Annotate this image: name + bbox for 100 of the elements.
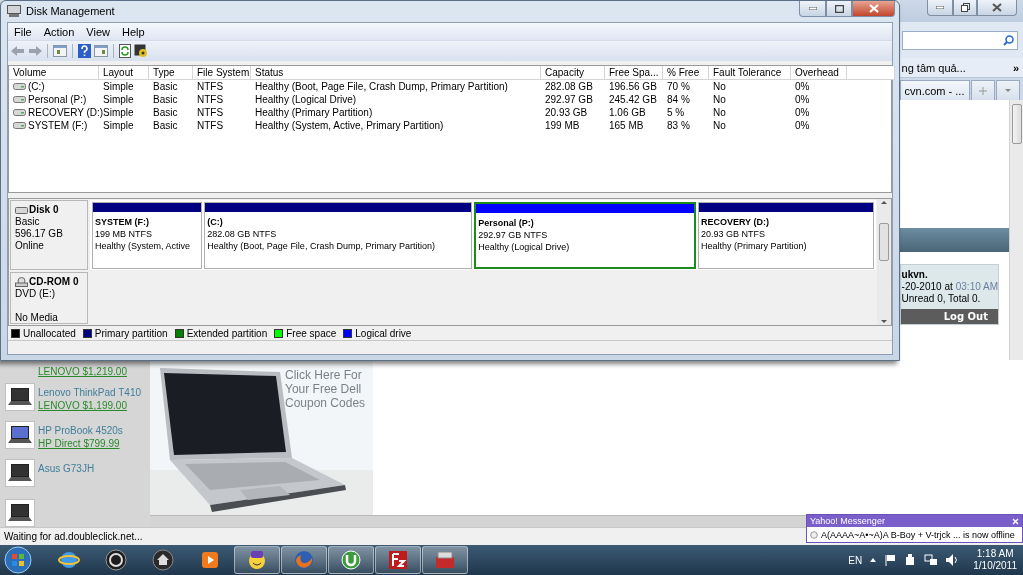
volume-icon (946, 554, 960, 566)
search-icon (1003, 34, 1014, 46)
restore-button[interactable] (953, 0, 977, 16)
forward-arrow-icon (28, 45, 42, 57)
flag-icon (884, 554, 897, 566)
notification-title: Yahoo! Messenger (810, 516, 885, 526)
laptop-icon (7, 387, 33, 408)
column-header[interactable]: Fault Tolerance (709, 66, 791, 80)
tab-title: cvn.com - ... (904, 84, 965, 97)
power-icon (904, 554, 917, 566)
language-indicator[interactable]: EN (848, 554, 863, 566)
table-cell: Simple (103, 94, 134, 105)
refresh-icon (119, 44, 131, 58)
laptop-icon (7, 463, 33, 484)
partition-status: Healthy (Primary Partition) (700, 240, 808, 252)
product-name: Lenovo ThinkPad T410 (38, 387, 142, 399)
menu-item[interactable]: File (8, 25, 38, 38)
menu-item[interactable]: Help (115, 25, 151, 38)
disk-label[interactable]: Disk 0 Basic 596.17 GB Online (10, 200, 88, 270)
disk-info: 596.17 GB (15, 228, 64, 240)
column-header[interactable]: Status (251, 66, 541, 80)
table-cell: Healthy (Primary Partition) (255, 107, 373, 118)
notification-message: A(AAAA~A•~A)A B-Boy + V-trjck ... is now offline (821, 529, 1015, 540)
table-cell: 0% (795, 107, 810, 118)
taskbar-app-button[interactable] (422, 546, 468, 574)
clock[interactable]: 1:18 AM 1/10/2011 (973, 548, 1017, 572)
table-cell: 292.97 GB (545, 94, 593, 105)
maximize-button[interactable] (826, 1, 852, 17)
table-cell: 84 % (667, 94, 690, 105)
column-header[interactable]: Layout (99, 66, 149, 80)
table-cell: 20.93 GB (545, 107, 588, 118)
last-visit: -20-2010 at (901, 281, 953, 293)
table-cell: 5 % (667, 107, 685, 118)
partition[interactable]: Personal (P:) 292.97 GB NTFS Healthy (Logical Drive) (474, 202, 696, 269)
column-header[interactable]: File System (193, 66, 251, 80)
toolbox-icon (434, 549, 456, 571)
close-button[interactable] (977, 0, 1017, 16)
legend-label: Primary partition (94, 327, 168, 339)
column-header[interactable]: Capacity (541, 66, 605, 80)
partition[interactable]: (C:) 282.08 GB NTFS Healthy (Boot, Page File, Crash Dump, Primary Partition) (204, 202, 473, 269)
disk-info: Basic (15, 216, 41, 228)
laptop-icon (7, 503, 33, 523)
table-cell: 282.08 GB (545, 81, 593, 92)
scroll-thumb[interactable] (879, 223, 889, 261)
legend-label: Unallocated (23, 327, 76, 339)
partition[interactable]: SYSTEM (F:) 199 MB NTFS Healthy (System, Active (92, 202, 203, 269)
table-cell: NTFS (197, 107, 224, 118)
column-header[interactable]: Volume (9, 66, 99, 80)
table-cell: 0% (795, 120, 810, 131)
cd-drive-icon (15, 277, 28, 287)
table-cell: Healthy (System, Active, Primary Partition) (255, 120, 444, 131)
smiley-icon (246, 549, 268, 571)
console-tree-icon (53, 45, 67, 57)
disk-name: CD-ROM 0 (29, 276, 79, 288)
column-header[interactable]: % Free (663, 66, 709, 80)
menu-item[interactable]: Action (37, 25, 81, 38)
notification-popup[interactable]: Yahoo! Messenger A(AAAA~A•~A)A B-Boy + V-trjck ... is now offline (806, 514, 1023, 543)
bookmark-link[interactable]: ng tâm quả... (901, 61, 966, 74)
product-name: HP ProBook 4520s (38, 425, 123, 437)
table-cell: Healthy (Logical Drive) (255, 94, 357, 105)
ad-text[interactable]: Click Here For Your Free Dell Coupon Codes (285, 368, 371, 410)
logout-button[interactable]: Log Out (900, 309, 998, 324)
menu-item[interactable]: View (80, 25, 116, 38)
partition-size: 292.97 GB NTFS (478, 229, 549, 241)
product-thumbnail[interactable] (5, 421, 35, 450)
product-name: Asus G73JH (38, 463, 95, 475)
status-dot-icon (810, 530, 818, 539)
scroll-down-icon (881, 320, 887, 323)
taskbar-app-button[interactable] (375, 546, 421, 574)
column-header[interactable]: Free Spa... (605, 66, 663, 80)
taskbar-app-button[interactable] (234, 546, 280, 574)
ftp-icon (387, 549, 409, 571)
product-thumbnail[interactable] (5, 383, 35, 412)
column-header[interactable]: Type (149, 66, 193, 80)
product-thumbnail[interactable] (5, 459, 35, 488)
table-cell: NTFS (197, 94, 224, 105)
caret-icon (1004, 89, 1011, 92)
table-cell: (C:) (28, 81, 45, 92)
minimize-icon (936, 6, 944, 9)
partition[interactable]: RECOVERY (D:) 20.93 GB NTFS Healthy (Primary Partition) (697, 202, 874, 269)
taskbar-app-button[interactable] (328, 546, 374, 574)
scrollbar[interactable] (877, 199, 891, 325)
disk-status: No Media (15, 312, 59, 324)
browser-tab[interactable]: cvn.com - ... (899, 80, 970, 100)
table-cell: 196.56 GB (609, 81, 657, 92)
legend-label: Free space (286, 327, 337, 339)
table-cell: Simple (103, 120, 134, 131)
message-count: Unread 0, Total 0. (901, 293, 981, 305)
close-button[interactable] (852, 1, 895, 17)
bookmark-overflow[interactable]: » (1012, 61, 1019, 74)
column-header[interactable]: Overhead (791, 66, 847, 80)
disk-label[interactable]: CD-ROM 0 DVD (E:) No Media (10, 272, 88, 324)
product-thumbnail[interactable] (5, 499, 35, 527)
search-field[interactable] (901, 30, 1018, 50)
last-visit-time: 03:10 AM (955, 281, 998, 293)
scrollbar[interactable] (1009, 100, 1023, 360)
partition-status: Healthy (System, Active (95, 240, 192, 252)
partition-name: (C:) (207, 216, 224, 228)
disk-status: Online (15, 240, 45, 252)
partition-size: 199 MB NTFS (95, 228, 153, 240)
